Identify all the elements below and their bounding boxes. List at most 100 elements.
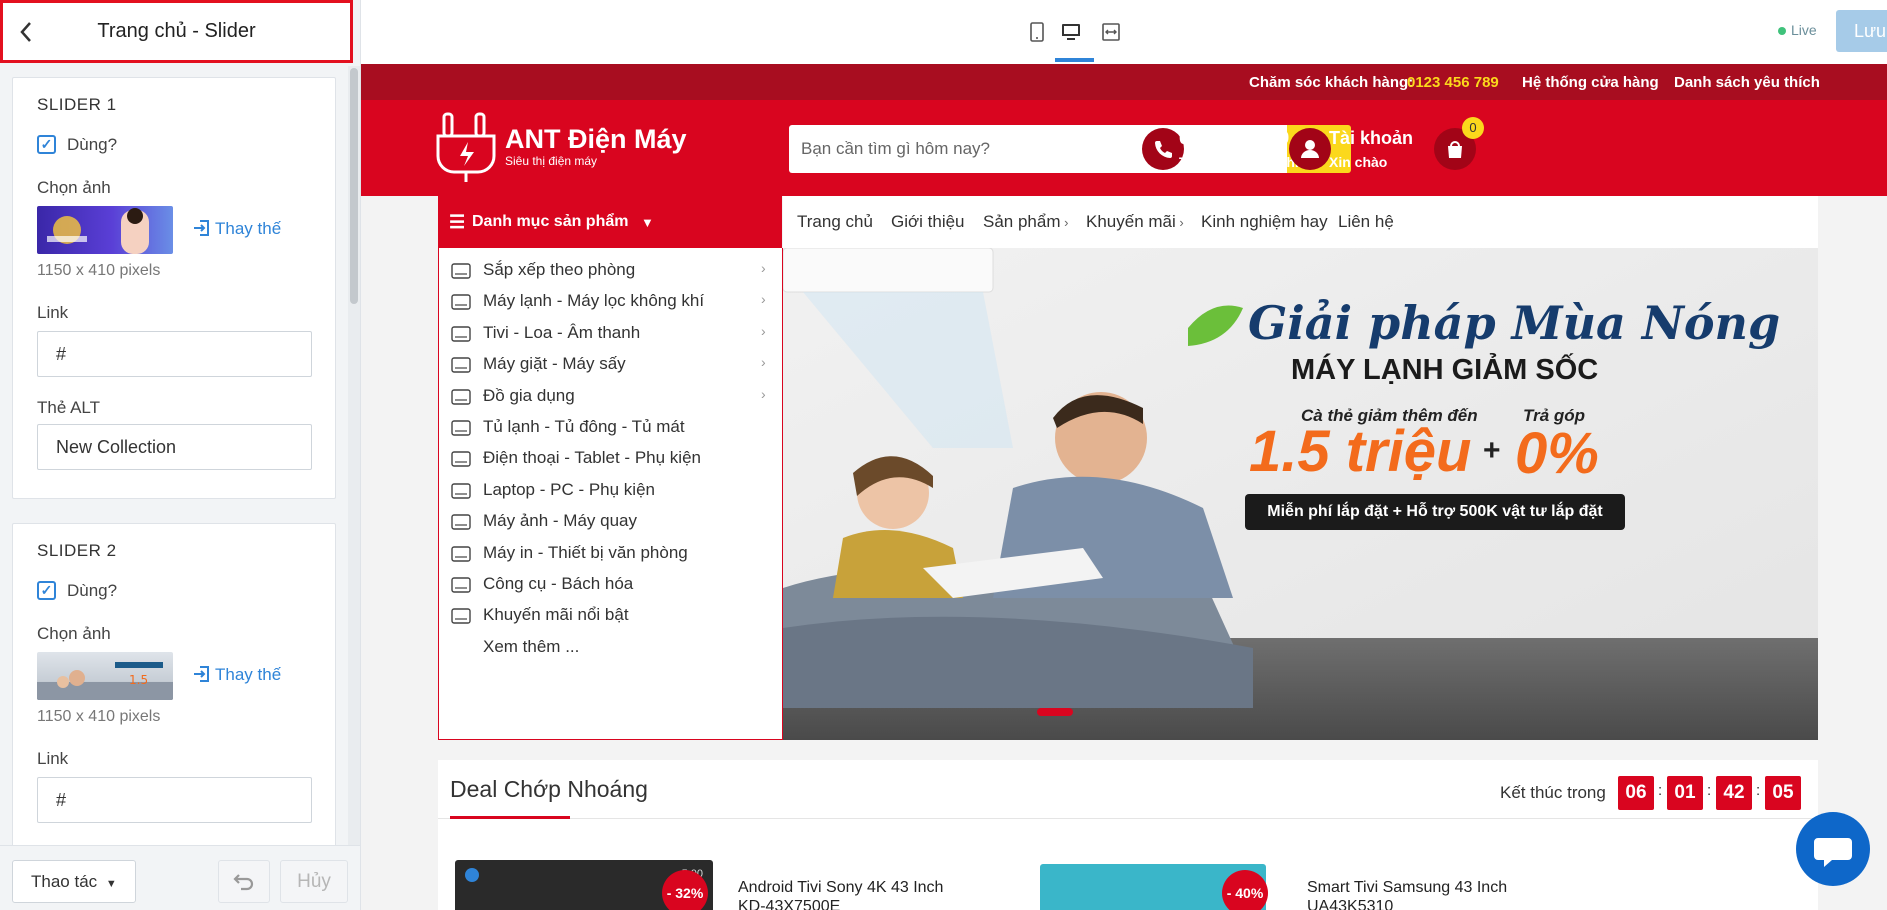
countdown-seconds: 05 [1765,776,1801,810]
panel-footer: Thao tác ▼ Hủy [0,845,360,910]
category-label: Điện thoại - Tablet - Phụ kiện [483,448,701,468]
countdown-minutes: 42 [1716,776,1752,810]
countdown-separator: : [1756,782,1761,799]
replace-image-button[interactable]: Thay thế [193,219,281,239]
site-topbar: Chăm sóc khách hàng: 0123 456 789 Hệ thố… [361,64,1887,100]
panel-header: Trang chủ - Slider [0,0,353,63]
category-label: Đồ gia dụng [483,385,575,405]
discount-badge: - 40% [1222,870,1268,910]
slider-image-thumbnail[interactable]: 1.5 [37,652,173,700]
product-name[interactable]: Smart Tivi Samsung 43 Inch UA43K5310 [1307,878,1577,910]
chevron-right-icon: › [761,354,766,371]
account-title[interactable]: Tài khoản [1329,128,1413,149]
link-label: Link [37,749,69,768]
category-label: Sắp xếp theo phòng [483,260,636,279]
nav-promotions[interactable]: Khuyến mãi › [1086,212,1184,232]
mobile-icon[interactable] [1025,20,1049,44]
category-label: Laptop - PC - Phụ kiện [483,479,655,499]
svg-text:1.5: 1.5 [129,673,148,687]
nav-about[interactable]: Giới thiệu [891,212,965,232]
site-preview: Chăm sóc khách hàng: 0123 456 789 Hệ thố… [361,64,1887,910]
countdown-separator: : [1707,782,1712,799]
category-label: Máy lạnh - Máy lọc không khí [483,291,705,311]
blender-icon [449,385,475,411]
nav-tips[interactable]: Kinh nghiệm hay [1201,212,1328,232]
plug-logo-icon[interactable] [436,112,500,184]
main-nav: ☰ Danh mục sản phẩm ▼ Trang chủ Giới thi… [361,196,1887,248]
live-dot [1778,27,1786,35]
category-list: Sắp xếp theo phòng › Máy lạnh - Máy lọc kh… [438,248,783,740]
countdown-separator: : [1658,782,1663,799]
replace-label: Thay thế [215,219,282,238]
printer-icon [449,542,475,568]
actions-label: Thao tác [31,872,98,891]
chevron-left-icon[interactable] [19,21,33,47]
chevron-right-icon: › [761,291,766,308]
nav-products-label: Sản phẩm [983,212,1061,231]
scrollbar-thumb[interactable] [350,68,358,304]
replace-icon [194,220,209,236]
caret-down-icon: ▼ [641,215,654,230]
image-label: Chọn ảnh [37,178,111,197]
cancel-button[interactable]: Hủy [280,860,348,903]
countdown-label: Kết thúc trong [1500,783,1606,802]
use-checkbox[interactable]: ✓ [37,581,56,600]
sofa-icon [449,259,475,285]
link-input[interactable]: # [37,777,312,823]
chevron-right-icon: › [761,322,766,339]
category-label: Tủ lạnh - Tủ đông - Tủ mát [483,417,685,436]
nav-contact[interactable]: Liên hệ [1338,212,1394,232]
fullwidth-icon[interactable] [1099,20,1123,44]
chevron-right-icon: › [761,385,766,402]
cart-count-badge: 0 [1462,117,1484,139]
support-label: Chăm sóc khách hàng: [1249,74,1414,91]
nav-promotions-label: Khuyến mãi [1086,212,1176,231]
slider-card-2: SLIDER 2 ✓ Dùng? Chọn ảnh 1.5 Thay thế 1… [12,523,336,853]
category-menu-label: Danh mục sản phẩm [472,213,629,230]
deal-title-underline [450,816,570,819]
undo-icon [233,874,254,891]
live-label: Live [1791,22,1817,38]
slider-dot-active[interactable] [1037,708,1073,716]
slider-heading: SLIDER 2 [37,541,117,560]
brand-name[interactable]: ANT Điện Máy [505,124,687,155]
banner-installment-big: 0% [1515,421,1599,486]
replace-image-button[interactable]: Thay thế [193,665,281,685]
hero-slider[interactable]: Giải pháp Mùa Nóng MÁY LẠNH GIẢM SỐC Cà … [783,248,1818,740]
category-label: Máy in - Thiết bị văn phòng [483,542,688,562]
hotline-number[interactable]: 0982 362 509 [1179,128,1289,149]
use-checkbox[interactable]: ✓ [37,135,56,154]
banner-promo-big: 1.5 triệu [1249,419,1472,484]
brand-tagline: Siêu thị điện máy [505,154,598,168]
support-phone[interactable]: 0123 456 789 [1407,74,1499,91]
slider-heading: SLIDER 1 [37,95,117,114]
category-item[interactable]: Xem thêm ... [439,629,782,667]
wishlist-link[interactable]: Danh sách yêu thích [1674,74,1820,91]
product-name[interactable]: Android Tivi Sony 4K 43 Inch KD-43X7500E [738,878,968,910]
laptop-icon [449,479,475,505]
alt-input[interactable]: New Collection [37,424,312,470]
gift-hand-icon [449,604,475,630]
countdown-days: 06 [1618,776,1654,810]
save-button[interactable]: Lưu [1836,10,1887,52]
undo-button[interactable] [218,860,270,903]
banner-plus: + [1483,434,1501,467]
stores-link[interactable]: Hệ thống cửa hàng [1522,74,1659,91]
account-subtitle: Xin chào [1329,154,1388,170]
link-input[interactable]: # [37,331,312,377]
category-label: Công cụ - Bách hóa [483,574,634,593]
chat-button[interactable] [1796,812,1870,886]
nav-products[interactable]: Sản phẩm › [983,212,1068,232]
site-header: ANT Điện Máy Siêu thị điện máy Bạn cần t… [361,100,1887,196]
actions-dropdown[interactable]: Thao tác ▼ [12,860,136,903]
slider-image-thumbnail[interactable] [37,206,173,254]
desktop-icon[interactable] [1059,20,1083,44]
banner-script-title: Giải pháp Mùa Nóng [1248,296,1781,350]
panel-scrollbar[interactable] [348,66,360,910]
chevron-right-icon: › [1060,215,1069,230]
category-menu-button[interactable]: ☰ Danh mục sản phẩm ▼ [438,196,782,248]
nav-home[interactable]: Trang chủ [797,212,873,232]
category-label: Máy giặt - Máy sấy [483,354,626,374]
image-label: Chọn ảnh [37,624,111,643]
flash-deal-section: Deal Chớp Nhoáng Kết thúc trong 06 : 01 … [438,760,1818,910]
